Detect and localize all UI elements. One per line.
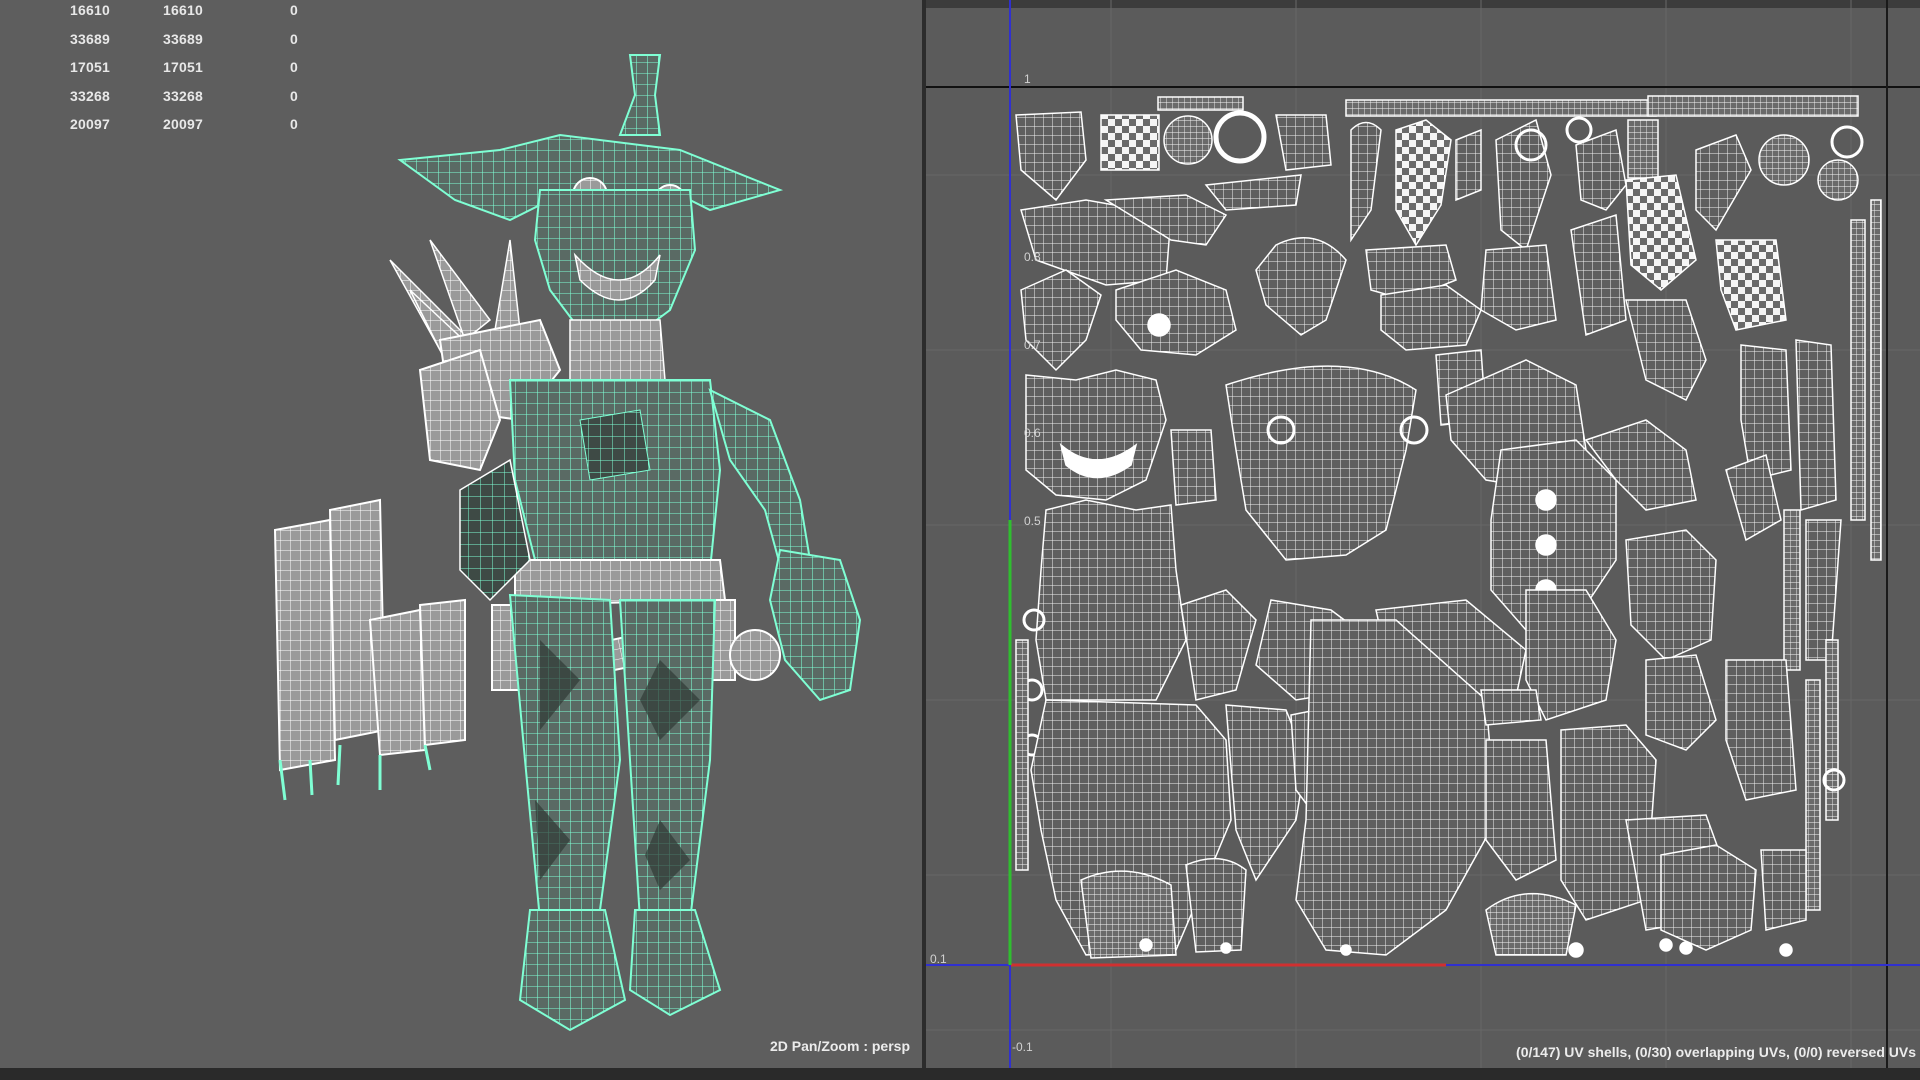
hud-value: 33689 <box>163 30 203 47</box>
uv-shells[interactable] <box>1015 95 1882 959</box>
uv-tick-label: 0.5 <box>1024 514 1041 528</box>
uv-tick-label: 0.7 <box>1024 338 1041 352</box>
camera-label: 2D Pan/Zoom : persp <box>769 1038 910 1054</box>
hud-value: 20097 <box>163 116 203 132</box>
hud-value: 0 <box>290 2 298 18</box>
goblin-wireframe-model[interactable] <box>240 40 920 1050</box>
hud-value: 17051 <box>70 59 110 75</box>
uv-tick-label: 0.6 <box>1024 426 1041 440</box>
uv-tick-label: 0.8 <box>1024 250 1041 264</box>
maya-window: 16610 16610 0 33689 33689 0 17051 17051 … <box>0 0 1920 1080</box>
uv-editor-viewport[interactable]: 1 0.8 0.7 0.6 0.5 0.1 -0.1 (0/147) UV sh… <box>926 0 1920 1068</box>
uv-tick-label: 1 <box>1024 72 1031 86</box>
bottom-border <box>0 1068 1920 1080</box>
uv-layout-canvas[interactable] <box>926 0 1920 1068</box>
hud-value: 33268 <box>70 87 110 104</box>
hud-value: 20097 <box>70 116 110 132</box>
hud-value: 33689 <box>70 30 110 47</box>
hud-value: 33268 <box>163 87 203 104</box>
perspective-viewport[interactable]: 16610 16610 0 33689 33689 0 17051 17051 … <box>0 0 922 1068</box>
uv-tick-label: -0.1 <box>1012 1040 1033 1054</box>
hud-value: 16610 <box>163 2 203 18</box>
hud-value: 16610 <box>70 2 110 18</box>
hud-value: 17051 <box>163 59 203 75</box>
uv-status-text: (0/147) UV shells, (0/30) overlapping UV… <box>1516 1044 1916 1060</box>
uv-tick-label: 0.1 <box>930 952 947 966</box>
